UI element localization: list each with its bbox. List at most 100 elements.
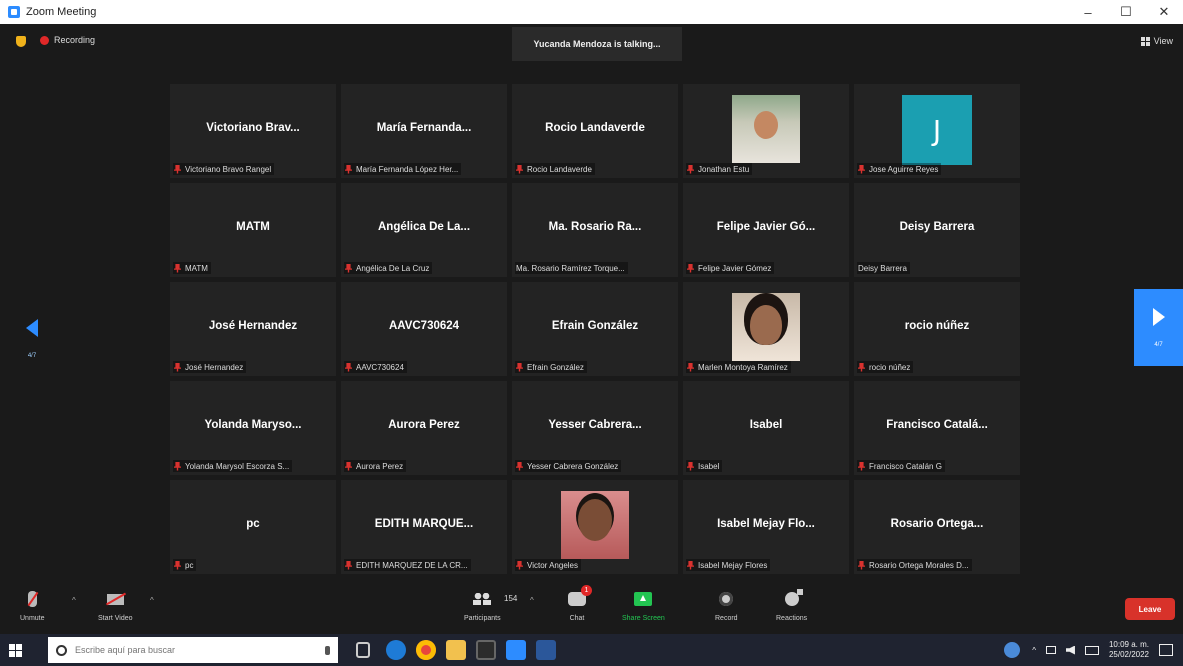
participant-display-name: rocio núñez (904, 320, 970, 332)
participant-tile[interactable]: Yolanda Maryso... Yolanda Marysol Escorza… (170, 381, 336, 475)
notifications-icon[interactable] (1159, 644, 1173, 656)
participant-tile[interactable]: AAVC730624 AAVC730624 (341, 282, 507, 376)
participant-tile[interactable]: Isabel Mejay Flo... Isabel Mejay Flores (683, 480, 849, 574)
security-shield-icon[interactable] (16, 36, 26, 47)
participant-display-name: Aurora Perez (388, 419, 460, 431)
edge-browser-icon[interactable] (386, 640, 406, 660)
participant-full-name: Felipe Javier Gómez (698, 263, 772, 273)
maximize-button[interactable]: ☐ (1107, 0, 1145, 24)
participant-tile[interactable]: Rosario Ortega... Rosario Ortega Morales … (854, 480, 1020, 574)
participant-name-label: MATM (173, 262, 211, 274)
chat-button[interactable]: 1 Chat (568, 585, 592, 622)
word-icon[interactable] (536, 640, 556, 660)
next-page-button[interactable]: 4/7 (1134, 289, 1183, 366)
participant-tile[interactable]: Francisco Catalá... Francisco Catalán G (854, 381, 1020, 475)
view-label: View (1153, 36, 1173, 46)
participant-name-label: María Fernanda López Her... (344, 163, 462, 175)
app-window-icon[interactable] (476, 640, 496, 660)
participant-name-label: rocio núñez (857, 361, 914, 373)
participant-tile[interactable]: pc pc (170, 480, 336, 574)
recording-indicator[interactable]: Recording (40, 35, 95, 45)
zoom-taskbar-icon[interactable] (506, 640, 526, 660)
start-video-button[interactable]: Start Video (98, 588, 133, 622)
participant-tile[interactable]: Isabel Isabel (683, 381, 849, 475)
share-screen-icon (634, 592, 653, 606)
participants-button[interactable]: Participants (464, 588, 501, 622)
share-screen-button[interactable]: Share Screen (622, 588, 665, 622)
participant-tile[interactable]: Marlen Montoya Ramírez (683, 282, 849, 376)
participant-tile[interactable]: Angélica De La... Angélica De La Cruz (341, 183, 507, 277)
video-options-caret[interactable]: ^ (150, 596, 154, 605)
leave-button[interactable]: Leave (1125, 598, 1175, 620)
participants-options-caret[interactable]: ^ (530, 596, 534, 605)
windows-logo-icon (8, 643, 22, 657)
participant-tile[interactable]: EDITH MARQUE... EDITH MARQUEZ DE LA CR... (341, 480, 507, 574)
participant-full-name: Francisco Catalán G (869, 461, 942, 471)
participant-count: 154 (504, 594, 518, 603)
participant-display-name: Isabel Mejay Flo... (717, 518, 815, 530)
search-icon (56, 644, 67, 656)
volume-icon[interactable] (1065, 645, 1075, 655)
participant-tile[interactable]: Ma. Rosario Ra... Ma. Rosario Ramírez Tor… (512, 183, 678, 277)
participant-tile[interactable]: María Fernanda... María Fernanda López He… (341, 84, 507, 178)
battery-icon[interactable] (1045, 646, 1056, 654)
microphone-icon[interactable] (325, 645, 330, 655)
clock-date: 25/02/2022 (1108, 650, 1149, 659)
view-button[interactable]: View (1140, 36, 1173, 46)
show-hidden-icons-caret[interactable]: ^ (1032, 646, 1036, 655)
participant-tile[interactable]: Yesser Cabrera... Yesser Cabrera González (512, 381, 678, 475)
participant-display-name: Yesser Cabrera... (548, 419, 642, 431)
participant-display-name: pc (246, 518, 260, 530)
network-globe-icon[interactable] (1004, 642, 1021, 658)
unmute-label: Unmute (20, 615, 45, 622)
participant-tile[interactable]: Felipe Javier Gó... Felipe Javier Gómez (683, 183, 849, 277)
participant-display-name: Yolanda Maryso... (204, 419, 302, 431)
taskbar-search-input[interactable] (75, 645, 295, 655)
task-view-icon[interactable] (356, 642, 370, 658)
close-button[interactable]: ✕ (1145, 0, 1183, 24)
record-button[interactable]: Record (715, 588, 738, 622)
participant-tile[interactable]: Rocio Landaverde Rocio Landaverde (512, 84, 678, 178)
mic-muted-icon (858, 362, 865, 372)
participant-tile[interactable]: Victoriano Brav... Victoriano Bravo Range… (170, 84, 336, 178)
mic-muted-icon (516, 560, 523, 570)
minimize-button[interactable]: – (1069, 0, 1107, 24)
participant-tile[interactable]: José Hernandez José Hernandez (170, 282, 336, 376)
participant-name-label: Efrain González (515, 361, 587, 373)
participant-tile[interactable]: Efrain González Efrain González (512, 282, 678, 376)
participant-full-name: Victoriano Bravo Rangel (185, 164, 272, 174)
mic-muted-icon (174, 362, 181, 372)
participant-tile[interactable]: Jonathan Estu (683, 84, 849, 178)
chrome-browser-icon[interactable] (416, 640, 436, 660)
participant-tile[interactable]: Aurora Perez Aurora Perez (341, 381, 507, 475)
participants-icon (473, 593, 492, 605)
reactions-button[interactable]: Reactions (776, 588, 807, 622)
taskbar-search[interactable] (48, 637, 338, 663)
audio-options-caret[interactable]: ^ (72, 596, 76, 605)
participant-display-name: EDITH MARQUE... (374, 518, 474, 530)
participant-display-name: María Fernanda... (376, 122, 472, 134)
unmute-button[interactable]: Unmute (20, 588, 45, 622)
participant-name-label: José Hernandez (173, 361, 247, 373)
participant-tile[interactable]: J Jose Aguirre Reyes (854, 84, 1020, 178)
mic-muted-icon (27, 591, 37, 607)
clock[interactable]: 10:09 a. m. 25/02/2022 (1109, 640, 1149, 660)
file-explorer-icon[interactable] (446, 640, 466, 660)
participant-full-name: Yolanda Marysol Escorza S... (185, 461, 290, 471)
participant-display-name: MATM (236, 221, 270, 233)
participant-tile[interactable]: MATM MATM (170, 183, 336, 277)
previous-page-button[interactable]: 4/7 (18, 303, 46, 375)
start-button[interactable] (0, 634, 30, 666)
participant-tile[interactable]: Victor Angeles (512, 480, 678, 574)
chat-badge: 1 (581, 585, 592, 596)
participant-video-photo (732, 293, 800, 361)
active-speaker-banner: Yucanda Mendoza is talking... (512, 27, 682, 61)
keyboard-icon[interactable] (1084, 645, 1099, 655)
participant-name-label: AAVC730624 (344, 361, 407, 373)
participant-tile[interactable]: rocio núñez rocio núñez (854, 282, 1020, 376)
clock-time: 10:09 a. m. (1108, 640, 1149, 649)
participant-name-label: EDITH MARQUEZ DE LA CR... (344, 559, 471, 571)
participant-tile[interactable]: Deisy Barrera Deisy Barrera (854, 183, 1020, 277)
participant-display-name: Isabel (749, 419, 783, 431)
participant-full-name: José Hernandez (185, 362, 244, 372)
